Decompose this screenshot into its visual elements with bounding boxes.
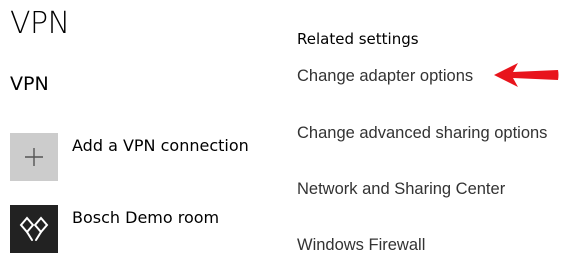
- vpn-connection-icon: [10, 205, 58, 253]
- vpn-connection-item[interactable]: Bosch Demo room: [10, 205, 272, 253]
- related-settings-heading: Related settings: [297, 30, 419, 48]
- add-vpn-connection-label: Add a VPN connection: [72, 136, 249, 155]
- red-arrow-icon: [494, 63, 559, 87]
- network-and-sharing-center-link[interactable]: Network and Sharing Center: [297, 178, 505, 200]
- change-advanced-sharing-options-link[interactable]: Change advanced sharing options: [297, 122, 547, 144]
- plus-icon: [10, 133, 58, 181]
- vpn-section-title: VPN: [10, 73, 49, 95]
- page-title: VPN: [10, 6, 70, 41]
- windows-firewall-link[interactable]: Windows Firewall: [297, 234, 425, 256]
- vpn-connection-label: Bosch Demo room: [72, 208, 220, 227]
- add-vpn-connection-button[interactable]: Add a VPN connection: [10, 133, 272, 181]
- change-adapter-options-link[interactable]: Change adapter options: [297, 65, 473, 87]
